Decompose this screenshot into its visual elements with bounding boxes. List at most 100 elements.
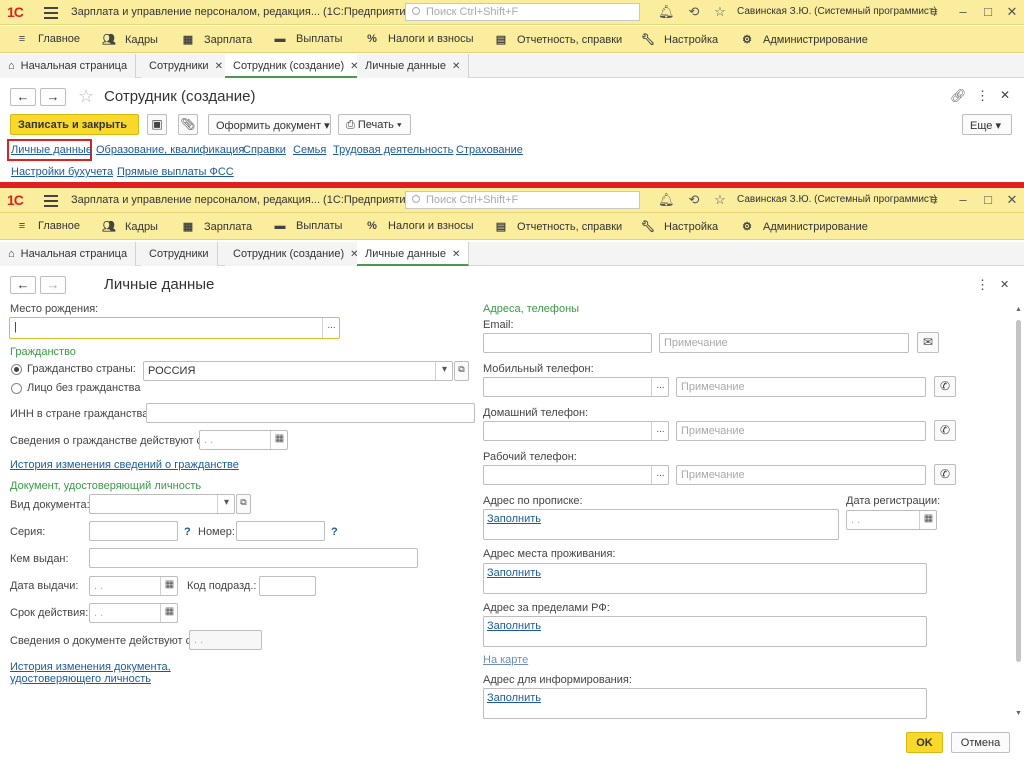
chevron-down-icon[interactable]: ▾ (435, 362, 452, 380)
foreign-address-field[interactable]: Заполнить (483, 616, 927, 647)
doc-valid-date[interactable]: . . (189, 630, 262, 650)
save-close-button[interactable]: Записать и закрыть (10, 114, 139, 135)
map-link[interactable]: На карте (483, 654, 528, 666)
calendar-icon[interactable]: ▦ (160, 604, 177, 622)
mail-icon[interactable]: ✉ (917, 332, 939, 353)
close-icon[interactable]: ✕ (1004, 192, 1020, 208)
doc-history-link-2[interactable]: удостоверяющего личность (10, 673, 151, 685)
tab-employees[interactable]: Сотрудники ✕ (141, 54, 232, 78)
forward-button[interactable]: → (40, 88, 66, 106)
reg-address-field[interactable]: Заполнить (483, 509, 839, 540)
stateless-radio[interactable] (11, 383, 22, 394)
open-icon[interactable]: ⧉ (236, 494, 251, 514)
save-icon[interactable]: ▣ (147, 114, 167, 135)
scroll-thumb[interactable] (1016, 320, 1021, 662)
calendar-icon[interactable]: ▦ (270, 431, 287, 449)
select-icon[interactable]: ... (651, 378, 668, 396)
email-input[interactable] (483, 333, 652, 353)
create-document-button[interactable]: Оформить документ ▾ (208, 114, 331, 135)
inn-input[interactable] (146, 403, 475, 423)
number-input[interactable] (236, 521, 325, 541)
citizenship-history-link[interactable]: История изменения сведений о гражданстве (10, 459, 239, 471)
ok-button[interactable]: OK (906, 732, 943, 753)
tab-employee-create[interactable]: Сотрудник (создание) ✕ (225, 54, 368, 78)
tab-personal-data[interactable]: Личные данные ✕ (357, 54, 470, 78)
info-address-field[interactable]: Заполнить (483, 688, 927, 719)
citizenship-valid-date[interactable]: . . ▦ (199, 430, 288, 450)
live-address-field[interactable]: Заполнить (483, 563, 927, 594)
close-icon[interactable]: ✕ (1004, 4, 1020, 20)
citizenship-country-radio[interactable] (11, 364, 22, 375)
issue-date-input[interactable]: . . ▦ (89, 576, 178, 596)
link-fss-payments[interactable]: Прямые выплаты ФСС (117, 166, 234, 178)
settings-menu-icon[interactable]: ≡ (926, 192, 942, 207)
link-education[interactable]: Образование, квалификация (96, 144, 244, 156)
tab-employees[interactable]: Сотрудники (141, 242, 218, 266)
doc-type-select[interactable]: ▾ (89, 494, 235, 514)
attach-icon[interactable]: 📎︎ (178, 114, 198, 135)
citizenship-country-select[interactable]: РОССИЯ ▾ (143, 361, 453, 381)
menu-salary[interactable]: ▦ Зарплата (180, 33, 252, 46)
tab-home[interactable]: ⌂ Начальная страница (0, 54, 137, 78)
select-icon[interactable]: ... (651, 422, 668, 440)
mobile-input[interactable]: ... (483, 377, 669, 397)
bell-icon[interactable]: 🔔︎ (658, 192, 675, 208)
history-icon[interactable]: ⟲ (686, 192, 702, 208)
maximize-icon[interactable]: □ (980, 192, 996, 207)
tab-home[interactable]: ⌂ Начальная страница (0, 242, 137, 266)
open-icon[interactable]: ⧉ (454, 361, 469, 381)
back-button[interactable]: ← (10, 88, 36, 106)
menu-main[interactable]: ≡ Главное (14, 33, 80, 45)
menu-settings[interactable]: 🔧︎ Настройка (640, 33, 718, 46)
star-icon[interactable]: ☆ (712, 4, 728, 20)
link-employment[interactable]: Трудовая деятельность (333, 144, 453, 156)
more-vert-icon[interactable]: ⋮ (976, 88, 989, 104)
validity-date-input[interactable]: . . ▦ (89, 603, 178, 623)
select-icon[interactable]: ... (651, 466, 668, 484)
chevron-down-icon[interactable]: ▾ (217, 495, 234, 513)
print-button[interactable]: ⎙ Печать ▾ (338, 114, 411, 135)
dept-code-input[interactable] (259, 576, 316, 596)
birthplace-input[interactable]: |... (9, 317, 340, 339)
series-input[interactable] (89, 521, 178, 541)
home-phone-input[interactable]: ... (483, 421, 669, 441)
forward-button[interactable]: → (40, 276, 66, 294)
menu-main[interactable]: ≡ Главное (14, 220, 80, 232)
more-vert-icon[interactable]: ⋮ (976, 277, 989, 293)
scrollbar[interactable]: ▲ ▼ (1014, 306, 1022, 724)
link-insurance[interactable]: Страхование (456, 144, 523, 156)
phone-icon[interactable]: ✆ (934, 420, 956, 441)
menu-hr[interactable]: 👥︎ Кадры (101, 33, 158, 46)
tab-personal-data[interactable]: Личные данные ✕ (357, 242, 470, 266)
form-close-icon[interactable]: ✕ (1000, 278, 1009, 291)
form-close-icon[interactable]: ✕ (1000, 88, 1010, 102)
menu-reports[interactable]: ▤ Отчетность, справки (493, 33, 622, 46)
cancel-button[interactable]: Отмена (951, 732, 1010, 753)
menu-taxes[interactable]: % Налоги и взносы (364, 33, 473, 45)
star-icon[interactable]: ☆ (712, 192, 728, 208)
bell-icon[interactable]: 🔔︎ (658, 4, 675, 20)
maximize-icon[interactable]: □ (980, 4, 996, 19)
main-menu-icon[interactable] (44, 4, 58, 19)
menu-payments[interactable]: ▬ Выплаты (272, 33, 343, 45)
minimize-icon[interactable]: – (955, 192, 971, 207)
issued-by-input[interactable] (89, 548, 418, 568)
search-input[interactable]: Поиск Ctrl+Shift+F (405, 191, 640, 209)
menu-payments[interactable]: ▬ Выплаты (272, 220, 343, 232)
reg-date-input[interactable]: . . ▦ (846, 510, 937, 530)
link-personal-data[interactable]: Личные данные (11, 144, 92, 156)
main-menu-icon[interactable] (44, 192, 58, 207)
link-family[interactable]: Семья (293, 144, 326, 156)
home-phone-note-input[interactable]: Примечание (676, 421, 926, 441)
link-certificates[interactable]: Справки (243, 144, 286, 156)
history-icon[interactable]: ⟲ (686, 4, 702, 20)
back-button[interactable]: ← (10, 276, 36, 294)
link-accounting-settings[interactable]: Настройки бухучета (11, 166, 113, 178)
menu-settings[interactable]: 🔧︎ Настройка (640, 220, 718, 233)
menu-hr[interactable]: 👥︎ Кадры (101, 220, 158, 233)
menu-admin[interactable]: ⚙ Администрирование (739, 220, 868, 233)
menu-taxes[interactable]: % Налоги и взносы (364, 220, 473, 232)
menu-salary[interactable]: ▦ Зарплата (180, 220, 252, 233)
minimize-icon[interactable]: – (955, 4, 971, 19)
menu-admin[interactable]: ⚙ Администрирование (739, 33, 868, 46)
